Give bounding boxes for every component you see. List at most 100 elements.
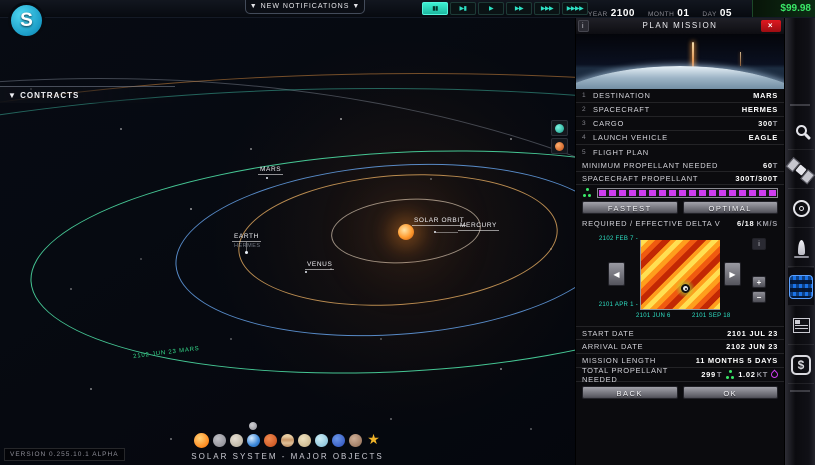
film-strip-icon bbox=[789, 275, 813, 299]
contracts-header[interactable]: ▼ CONTRACTS bbox=[0, 86, 175, 103]
sun-icon[interactable] bbox=[194, 433, 209, 448]
porkchop-plot[interactable] bbox=[640, 240, 720, 310]
finance-tool-button[interactable]: $ bbox=[788, 346, 814, 384]
orange-orb-icon bbox=[555, 142, 564, 151]
company-logo[interactable]: S bbox=[8, 2, 45, 39]
pause-button[interactable]: ▮▮ bbox=[422, 2, 448, 15]
earth-label[interactable]: EARTH bbox=[232, 233, 261, 242]
rocket-plume-secondary bbox=[740, 52, 741, 66]
rocket-icon bbox=[798, 240, 805, 255]
sun-marker[interactable] bbox=[398, 224, 414, 240]
propellant-bar[interactable] bbox=[597, 188, 778, 198]
rocket-plume bbox=[692, 42, 694, 68]
earth-dot bbox=[245, 251, 248, 254]
orbit-disc-icon bbox=[793, 200, 810, 217]
field-flight-plan[interactable]: 5 FLIGHT PLAN bbox=[576, 145, 784, 159]
mission-hero-image bbox=[576, 34, 784, 89]
pluto-icon[interactable] bbox=[349, 434, 362, 447]
arrival-date-row: ARRIVAL DATE 2102 JUN 23 bbox=[576, 340, 784, 354]
scroll-left-button[interactable]: ◀ bbox=[608, 262, 625, 286]
rockets-tool-button[interactable] bbox=[788, 229, 814, 267]
mars-dot bbox=[266, 177, 268, 179]
moon-icon[interactable] bbox=[249, 422, 257, 430]
saturn-icon[interactable] bbox=[298, 434, 311, 447]
speed3-button[interactable]: ▶▶▶ bbox=[534, 2, 560, 15]
right-toolbar: $ bbox=[784, 18, 815, 465]
search-icon bbox=[796, 125, 807, 136]
mercury-label[interactable]: MERCURY bbox=[458, 222, 499, 231]
ok-button[interactable]: OK bbox=[683, 386, 779, 399]
info-button[interactable]: i bbox=[578, 20, 589, 32]
delta-v-row: REQUIRED / EFFECTIVE DELTA V 6/18 KM/S bbox=[576, 217, 784, 230]
version-label: VERSION 0.255.10.1 ALPHA bbox=[4, 448, 125, 461]
play-button[interactable]: ▶ bbox=[478, 2, 504, 15]
teal-orb-icon bbox=[555, 124, 564, 133]
mercury-icon[interactable] bbox=[213, 434, 226, 447]
earth-icon[interactable] bbox=[247, 434, 260, 447]
satellites-tool-button[interactable] bbox=[788, 151, 814, 189]
map-control-top-button[interactable] bbox=[551, 120, 568, 136]
propellant-icon bbox=[582, 188, 592, 197]
money-display: $99.98 bbox=[752, 0, 815, 17]
field-launch-vehicle[interactable]: 4 LAUNCH VEHICLE EAGLE bbox=[576, 131, 784, 145]
venus-icon[interactable] bbox=[230, 434, 243, 447]
selected-transfer-marker[interactable] bbox=[681, 284, 690, 293]
neptune-icon[interactable] bbox=[332, 434, 345, 447]
propellant-bar-row bbox=[576, 186, 784, 199]
dollar-icon: $ bbox=[791, 355, 811, 375]
porkchop-x-left-label: 2101 JUN 6 bbox=[636, 313, 671, 319]
plan-mission-panel: PLAN MISSION i × 1 DESTINATION MARS 2 SP… bbox=[575, 18, 784, 465]
optimal-button[interactable]: OPTIMAL bbox=[683, 201, 779, 214]
new-notifications-button[interactable]: ▼ NEW NOTIFICATIONS ▼ bbox=[245, 0, 365, 14]
panel-title: PLAN MISSION bbox=[643, 21, 718, 30]
panel-header: PLAN MISSION i × bbox=[576, 18, 784, 34]
porkchop-section: 2102 FEB 7 - 2101 APR 1 - 2101 JUN 6 210… bbox=[576, 230, 784, 326]
zoom-out-button[interactable]: − bbox=[752, 291, 766, 303]
orbits-tool-button[interactable] bbox=[788, 190, 814, 228]
map-control-bottom-button[interactable] bbox=[551, 138, 568, 154]
month-label: MONTH bbox=[648, 11, 674, 18]
game-screen: MARS EARTH HERMES VENUS SOLAR ORBIT MERC… bbox=[0, 0, 815, 465]
time-controls: ▮▮ ▶▮ ▶ ▶▶ ▶▶▶ ▶▶▶▶ bbox=[422, 2, 588, 15]
speed4-button[interactable]: ▶▶▶▶ bbox=[562, 2, 588, 15]
reports-tool-button[interactable] bbox=[788, 307, 814, 345]
search-tool-button[interactable] bbox=[788, 112, 814, 150]
field-spacecraft[interactable]: 2 SPACECRAFT HERMES bbox=[576, 103, 784, 117]
step-button[interactable]: ▶▮ bbox=[450, 2, 476, 15]
mercury-dot bbox=[434, 231, 436, 233]
panel-filler bbox=[576, 402, 784, 465]
close-icon[interactable]: × bbox=[761, 20, 781, 32]
satellite-icon bbox=[795, 164, 806, 175]
total-propellant-kt: 1.02 bbox=[738, 370, 755, 379]
plan-mode-buttons: FASTEST OPTIMAL bbox=[576, 199, 784, 217]
earth-sublabel: HERMES bbox=[234, 243, 261, 249]
field-cargo[interactable]: 3 CARGO 300 T bbox=[576, 117, 784, 131]
fuel-drop-icon bbox=[770, 370, 780, 380]
venus-dot bbox=[305, 271, 307, 273]
start-date-row: START DATE 2101 JUL 23 bbox=[576, 326, 784, 340]
jupiter-icon[interactable] bbox=[281, 434, 294, 447]
spacecraft-propellant-row: SPACECRAFT PROPELLANT 300T/300T bbox=[576, 172, 784, 185]
mars-label[interactable]: MARS bbox=[258, 166, 283, 175]
porkchop-y-top-label: 2102 FEB 7 - bbox=[576, 236, 638, 242]
min-propellant-row: MINIMUM PROPELLANT NEEDED 60 T bbox=[576, 159, 784, 172]
toolbar-divider bbox=[790, 390, 810, 392]
total-propellant-t: 299 bbox=[701, 370, 716, 379]
back-button[interactable]: BACK bbox=[582, 386, 678, 399]
fastest-button[interactable]: FASTEST bbox=[582, 201, 678, 214]
confirm-buttons: BACK OK bbox=[576, 382, 784, 402]
venus-label[interactable]: VENUS bbox=[305, 261, 334, 270]
zoom-in-button[interactable]: + bbox=[752, 276, 766, 288]
day-label: DAY bbox=[702, 11, 716, 18]
missions-tool-button-selected[interactable] bbox=[788, 268, 814, 306]
porkchop-info-button[interactable]: i bbox=[752, 238, 766, 250]
earth-horizon bbox=[576, 66, 784, 89]
field-destination[interactable]: 1 DESTINATION MARS bbox=[576, 89, 784, 103]
mars-icon[interactable] bbox=[264, 434, 277, 447]
scroll-right-button[interactable]: ▶ bbox=[724, 262, 741, 286]
speed2-button[interactable]: ▶▶ bbox=[506, 2, 532, 15]
star-icon[interactable]: ★ bbox=[366, 432, 382, 448]
uranus-icon[interactable] bbox=[315, 434, 328, 447]
toolbar-divider bbox=[790, 104, 810, 106]
propellant-bar-fill bbox=[599, 190, 776, 196]
